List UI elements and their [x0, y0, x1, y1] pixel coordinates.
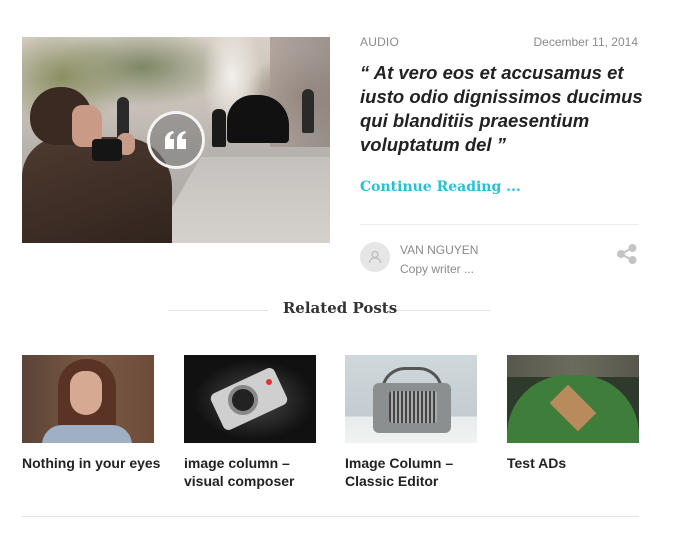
image-bystander	[302, 89, 314, 133]
post-date: December 11, 2014	[533, 35, 638, 49]
related-post-thumbnail[interactable]	[184, 355, 316, 443]
post-quote: “ At vero eos et accusamus et iusto odio…	[360, 62, 643, 155]
related-post-title[interactable]: Nothing in your eyes	[22, 454, 162, 472]
avatar[interactable]	[360, 242, 390, 272]
related-post-card: Test ADs	[507, 355, 639, 472]
author-name[interactable]: VAN NGUYEN	[400, 243, 478, 257]
related-posts-heading: Related Posts	[282, 299, 398, 317]
related-post-card: Image Column – Classic Editor	[345, 355, 477, 490]
author-role: Copy writer ...	[400, 262, 475, 276]
user-icon	[368, 250, 382, 264]
related-post-title[interactable]: image column – visual composer	[184, 454, 324, 490]
related-post-thumbnail[interactable]	[345, 355, 477, 443]
quote-icon	[147, 111, 205, 169]
related-post-card: Nothing in your eyes	[22, 355, 160, 472]
divider	[22, 516, 639, 517]
related-post-title[interactable]: Image Column – Classic Editor	[345, 454, 485, 490]
related-post-thumbnail[interactable]	[507, 355, 639, 443]
related-post-card: image column – visual composer	[184, 355, 316, 490]
related-post-title[interactable]: Test ADs	[507, 454, 647, 472]
featured-post-image[interactable]	[22, 37, 330, 243]
image-pianist	[212, 109, 226, 147]
post-category[interactable]: AUDIO	[360, 35, 399, 49]
image-photographer	[22, 87, 172, 243]
related-post-thumbnail[interactable]	[22, 355, 154, 443]
divider	[360, 224, 639, 225]
share-icon[interactable]	[616, 243, 638, 265]
continue-reading-link[interactable]: Continue Reading ...	[360, 179, 521, 195]
